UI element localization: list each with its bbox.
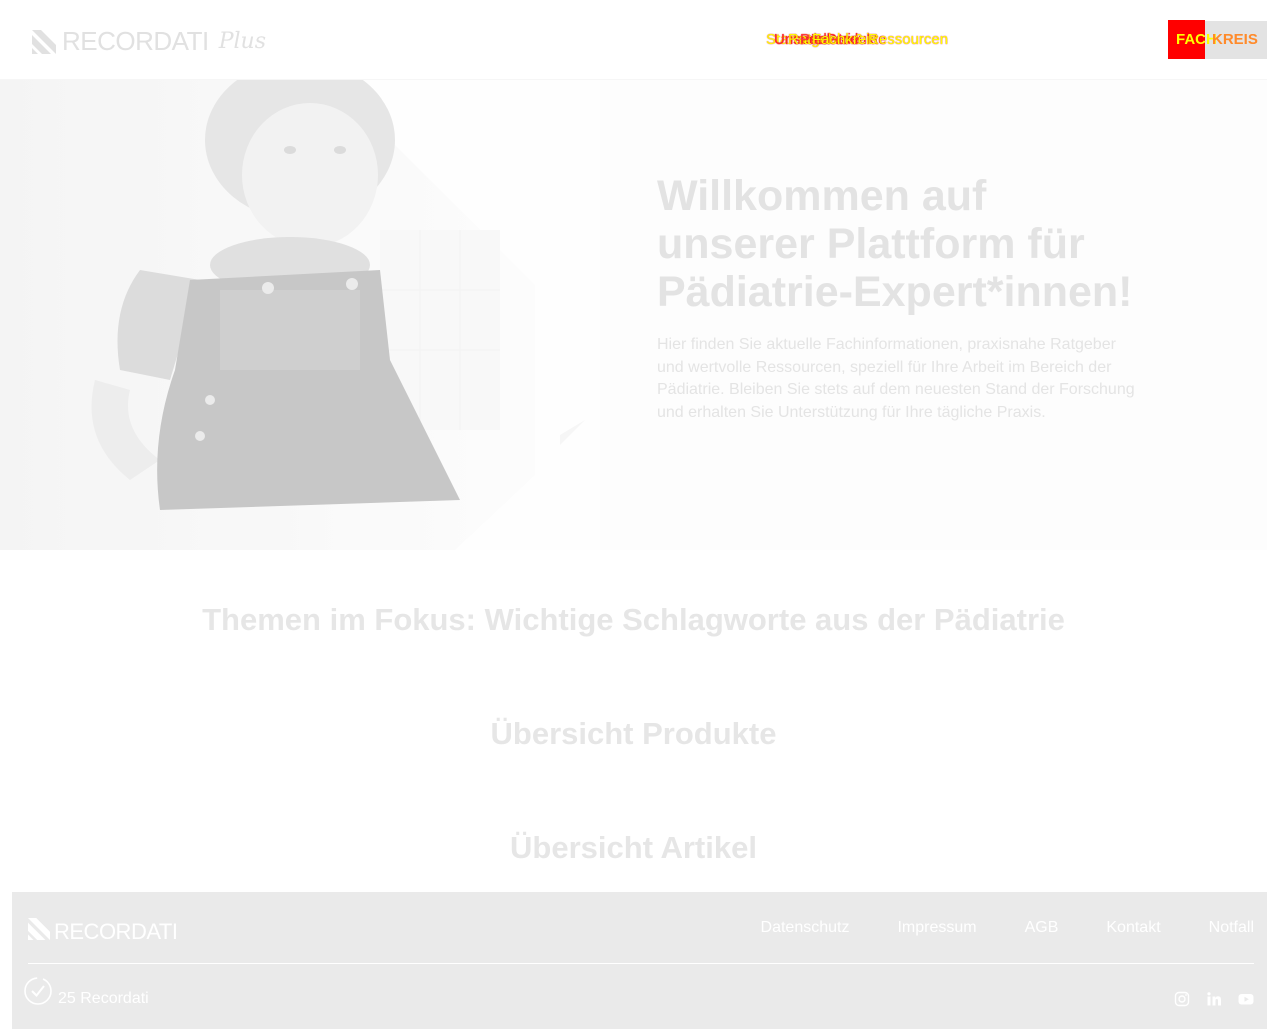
footer-recordati-logo[interactable]: RECORDATI: [28, 918, 178, 945]
site-footer: RECORDATI Datenschutz Impressum AGB Kont…: [12, 892, 1267, 1029]
cookie-consent-icon[interactable]: [23, 976, 53, 1006]
footer-link-notfall[interactable]: Notfall: [1209, 919, 1254, 937]
hero-child-image: [0, 80, 600, 550]
footer-link-agb[interactable]: AGB: [1025, 919, 1059, 937]
fachkreis-button-label: FACH: [1176, 31, 1217, 48]
footer-link-kontakt[interactable]: Kontakt: [1106, 919, 1160, 937]
recordati-logo-mark-icon: [28, 918, 50, 945]
footer-divider: [28, 963, 1254, 964]
hero-text-block: Willkommen auf unserer Plattform für Päd…: [657, 172, 1137, 424]
copyright-text: 25 Recordati: [58, 990, 149, 1007]
topics-section-title: Themen im Fokus: Wichtige Schlagworte au…: [202, 602, 1065, 637]
nav-item-fachkreis[interactable]: Fachkreis: [812, 31, 877, 48]
recordati-plus-logo[interactable]: RECORDATI Plus: [32, 26, 266, 57]
secondary-button-label: KREIS: [1212, 31, 1258, 48]
recordati-logo-mark-icon: [32, 29, 56, 54]
main-navigation: Startseite Unsere Produkte Ratgeber & Re…: [766, 31, 1166, 49]
site-header: RECORDATI Plus Startseite Unsere Produkt…: [0, 0, 1267, 80]
linkedin-icon[interactable]: [1206, 991, 1222, 1007]
hero-description: Hier finden Sie aktuelle Fachinformation…: [657, 336, 1135, 421]
hero-section: Willkommen auf unserer Plattform für Päd…: [0, 80, 1267, 550]
footer-links: Datenschutz Impressum AGB Kontakt Notfal…: [761, 919, 1254, 937]
logo-brand-text: RECORDATI: [62, 26, 209, 56]
footer-logo-text: RECORDATI: [54, 918, 178, 944]
footer-link-impressum[interactable]: Impressum: [897, 919, 976, 937]
social-links: [1174, 991, 1254, 1007]
products-section-title: Übersicht Produkte: [490, 716, 777, 751]
hero-title: Willkommen auf unserer Plattform für Päd…: [657, 172, 1133, 316]
youtube-icon[interactable]: [1238, 991, 1254, 1007]
logo-suffix-text: Plus: [218, 29, 267, 54]
articles-section-title: Übersicht Artikel: [510, 830, 757, 865]
instagram-icon[interactable]: [1174, 991, 1190, 1007]
footer-link-datenschutz[interactable]: Datenschutz: [761, 919, 850, 937]
